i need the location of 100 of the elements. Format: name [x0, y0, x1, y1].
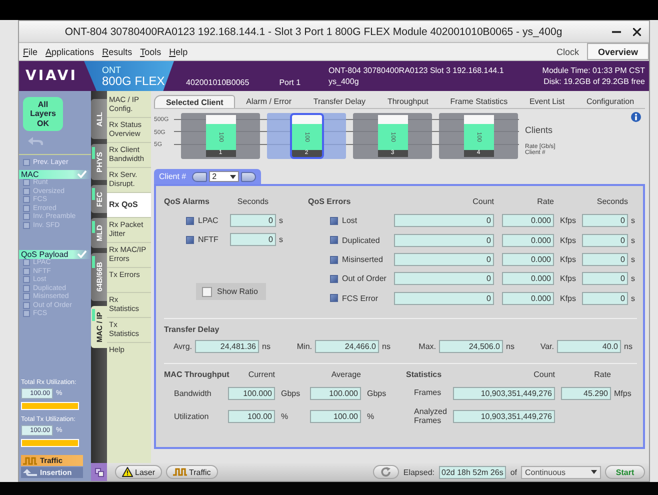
tab[interactable]: Selected Client — [154, 95, 236, 108]
column-header: Seconds — [236, 197, 270, 206]
checkbox[interactable] — [23, 158, 30, 166]
checkbox[interactable] — [23, 302, 30, 309]
duration-dropdown[interactable]: Continuous — [521, 466, 601, 478]
previous-button[interactable] — [192, 172, 208, 182]
close-icon[interactable] — [633, 28, 641, 36]
next-button[interactable] — [241, 172, 256, 182]
tab[interactable]: Event List — [518, 95, 576, 108]
status-badge: All Layers OK — [23, 97, 63, 131]
seconds-field: 0 — [582, 272, 628, 286]
logo: VIAVI — [24, 67, 78, 86]
layer-name: MAC — [21, 170, 39, 178]
checkbox[interactable] — [23, 222, 30, 229]
menu-item[interactable]: Results — [102, 46, 132, 56]
error-label: Lost — [342, 216, 358, 226]
column-header: Current — [247, 370, 275, 380]
menu-item[interactable]: Help — [169, 46, 188, 56]
error-label: Out of Order — [342, 274, 388, 284]
clock-label: Clock — [556, 46, 579, 56]
row-label: Utilization — [173, 412, 210, 422]
checkbox[interactable] — [23, 204, 30, 212]
tab[interactable]: Throughput — [376, 95, 440, 108]
rate-field: 0.000 — [502, 292, 554, 305]
indicator-icon — [330, 216, 338, 225]
value-field: 24,466.0 — [315, 340, 379, 353]
checkbox[interactable] — [23, 284, 30, 292]
value-field: 0 — [230, 214, 276, 227]
checkbox[interactable] — [23, 179, 30, 186]
layout-button[interactable] — [91, 463, 107, 481]
wave-icon — [23, 456, 37, 464]
count-field: 10,903,351,449,276 — [453, 386, 555, 400]
section-title: Transfer Delay — [164, 324, 220, 334]
value-field: 100.000 — [310, 386, 361, 400]
unit-label: s — [630, 255, 636, 264]
indicator-icon — [330, 274, 338, 283]
info-icon[interactable] — [631, 112, 641, 122]
product-line: ONT — [102, 64, 122, 74]
rate-field: 45.290 — [561, 386, 611, 400]
unit-label: Kfps — [559, 274, 578, 284]
unit-label: Gbps — [280, 388, 302, 398]
row-label: Frames — [413, 388, 442, 398]
menu-item[interactable]: File — [23, 46, 38, 56]
overview-button[interactable]: Overview — [586, 43, 649, 60]
traffic-button[interactable]: Traffic — [166, 465, 218, 479]
elapsed-field: 02d 18h 52m 26s — [438, 466, 506, 478]
unit-label: ns — [623, 342, 634, 351]
menu-item[interactable]: Tools — [140, 46, 162, 56]
refresh-button[interactable] — [373, 465, 400, 479]
checkbox[interactable] — [23, 188, 30, 195]
of-label: of — [510, 468, 517, 476]
unit-label: Kfps — [559, 294, 578, 303]
checkbox[interactable] — [23, 293, 30, 300]
unit-label: Gbps — [366, 388, 388, 398]
checkbox[interactable] — [23, 310, 30, 318]
unit-label: % — [280, 412, 290, 422]
minimize-icon[interactable] — [612, 30, 621, 32]
checkbox[interactable] — [23, 196, 30, 204]
view-menu-item[interactable]: Rx QoS — [107, 193, 151, 218]
field-label: Var. — [539, 342, 555, 351]
row-label: Analyzed Frames — [413, 408, 448, 426]
count-field: 0 — [394, 272, 494, 286]
column-header: Count — [532, 370, 555, 380]
rate-field: 0.000 — [502, 272, 554, 286]
checkbox[interactable] — [23, 259, 30, 266]
legend-title: Clients — [525, 125, 554, 135]
column-header: Rate — [536, 197, 554, 206]
tab[interactable]: Frame Statistics — [439, 95, 519, 108]
module-time: Module Time: 01:33 PM CST — [542, 65, 645, 76]
show-ratio-checkbox[interactable]: Show Ratio — [196, 283, 266, 300]
caret-icon — [591, 470, 597, 474]
value-field: 100.00 — [228, 410, 275, 424]
seconds-field: 0 — [582, 234, 628, 247]
tab[interactable]: Alarm / Error — [235, 95, 302, 108]
wave-icon — [173, 468, 188, 476]
column-header: Seconds — [596, 197, 628, 206]
error-label: Duplicated — [342, 236, 381, 245]
laser-button[interactable]: Laser — [115, 465, 162, 479]
checkbox[interactable] — [23, 213, 30, 220]
alarm-label: LPAC — [198, 216, 220, 225]
tab[interactable]: Configuration — [576, 95, 645, 108]
port-label: Port 1 — [279, 78, 301, 89]
value-field: 0 — [230, 233, 276, 246]
checkbox[interactable] — [23, 268, 30, 275]
menu-item[interactable]: Applications — [46, 46, 94, 56]
indicator-icon — [330, 236, 338, 244]
client-label: Client # — [159, 172, 186, 181]
unit-label: Kfps — [559, 216, 578, 226]
checkbox[interactable] — [23, 276, 30, 284]
layer-name: QoS Payload — [21, 250, 68, 258]
value-field: 100.000 — [228, 386, 275, 400]
rate-field: 0.000 — [502, 214, 554, 228]
value-field: 24,481.36 — [195, 340, 259, 353]
unit-label: s — [630, 274, 636, 284]
profile-name: ys_400g — [328, 76, 360, 87]
client-dropdown[interactable]: 2 — [209, 171, 240, 182]
field-label: Max. — [418, 342, 437, 351]
tab[interactable]: Transfer Delay — [302, 95, 376, 108]
warning-icon — [122, 467, 133, 477]
back-arrow-icon[interactable] — [28, 137, 44, 146]
